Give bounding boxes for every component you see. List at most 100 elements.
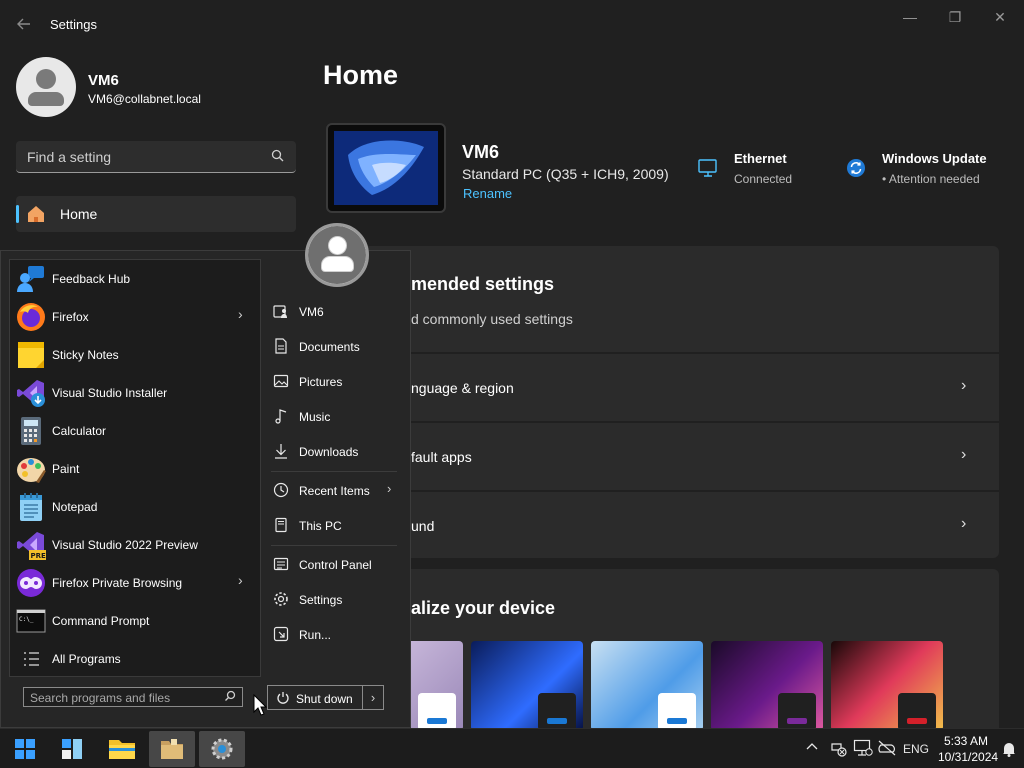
program-item-paint[interactable]: Paint — [10, 450, 260, 488]
places-label: Run... — [299, 628, 332, 642]
theme-thumbnail-2[interactable] — [471, 641, 583, 731]
cmd-prompt-text: C:\_ — [19, 616, 34, 623]
pre-badge-text: PRE — [31, 552, 47, 560]
places-item-this-pc[interactable]: This PC — [267, 510, 399, 540]
user-picture-body — [322, 257, 353, 271]
user-picture-head — [329, 237, 346, 254]
theme-taskbar-preview — [898, 693, 936, 731]
places-item-settings[interactable]: Settings — [267, 584, 399, 614]
theme-thumbnail-3[interactable] — [591, 641, 703, 731]
search-programs-input[interactable]: Search programs and files — [23, 687, 243, 707]
volume-muted-icon[interactable] — [877, 740, 897, 768]
start-menu: Feedback Hub Firefox › Sticky Notes Visu… — [0, 223, 411, 728]
maximize-button[interactable]: ❐ — [933, 6, 977, 28]
file-manager-taskbar-icon[interactable] — [149, 731, 195, 767]
feedback-hub-icon — [16, 264, 46, 294]
profile-name: VM6 — [88, 72, 119, 89]
program-label: Firefox — [52, 310, 89, 324]
program-item-feedback-hub[interactable]: Feedback Hub — [10, 260, 260, 298]
page-title: Home — [323, 60, 399, 90]
program-item-vs-installer[interactable]: Visual Studio Installer — [10, 374, 260, 412]
program-item-firefox[interactable]: Firefox › — [10, 298, 260, 336]
row-label: nguage & region — [411, 380, 514, 396]
search-programs-placeholder: Search programs and files — [30, 691, 171, 705]
program-label: Sticky Notes — [52, 348, 119, 362]
places-item-documents[interactable]: Documents — [267, 331, 399, 361]
places-item-user-folder[interactable]: VM6 — [267, 296, 399, 326]
user-picture[interactable] — [305, 223, 369, 287]
places-item-control-panel[interactable]: Control Panel — [267, 549, 399, 579]
shut-down-button[interactable]: Shut down — [267, 685, 363, 710]
places-item-run[interactable]: Run... — [267, 619, 399, 649]
chevron-right-icon: › — [238, 306, 243, 322]
clock-time[interactable]: 5:33 AM — [944, 734, 988, 748]
ethernet-title[interactable]: Ethernet — [734, 151, 787, 166]
file-explorer-icon[interactable] — [99, 731, 145, 767]
avatar[interactable] — [16, 57, 76, 117]
recommended-subtitle: d commonly used settings — [411, 311, 573, 327]
windows-update-icon — [846, 158, 866, 178]
places-label: Music — [299, 410, 331, 424]
notepad-icon — [16, 492, 46, 522]
places-separator — [271, 545, 397, 546]
show-hidden-icons-chevron-up-icon[interactable] — [805, 740, 819, 768]
places-item-recent-items[interactable]: Recent Items › — [267, 475, 399, 505]
ethernet-icon — [697, 158, 719, 178]
program-item-command-prompt[interactable]: C:\_ Command Prompt — [10, 602, 260, 640]
program-label: Notepad — [52, 500, 98, 514]
search-input[interactable]: Find a setting — [16, 141, 296, 173]
recommended-row-language[interactable]: nguage & region › — [323, 352, 999, 418]
theme-thumbnail-5[interactable] — [831, 641, 943, 731]
device-wallpaper-thumbnail — [326, 123, 446, 213]
network-icon[interactable] — [853, 739, 873, 768]
program-item-all-programs[interactable]: All Programs — [10, 640, 260, 678]
close-button[interactable]: ✕ — [978, 6, 1022, 28]
rename-link[interactable]: Rename — [463, 186, 512, 201]
this-pc-icon — [273, 517, 289, 533]
places-label: VM6 — [299, 305, 324, 319]
program-label: Calculator — [52, 424, 107, 438]
widgets-button[interactable] — [49, 731, 95, 767]
avatar-body — [28, 92, 64, 106]
recommended-row-default-apps[interactable]: fault apps › — [323, 421, 999, 487]
language-indicator[interactable]: ENG — [903, 742, 929, 768]
clock-date[interactable]: 10/31/2024 — [938, 750, 998, 764]
places-item-downloads[interactable]: Downloads — [267, 436, 399, 466]
taskbar: ENG 5:33 AM 10/31/2024 — [0, 728, 1024, 768]
program-item-vs-preview[interactable]: PRE Visual Studio 2022 Preview — [10, 526, 260, 564]
firefox-icon — [16, 302, 46, 332]
theme-taskbar-preview — [778, 693, 816, 731]
chevron-right-icon: › — [961, 377, 967, 394]
theme-thumbnail-4[interactable] — [711, 641, 823, 731]
recent-items-icon — [273, 482, 289, 498]
program-item-notepad[interactable]: Notepad — [10, 488, 260, 526]
notification-bell-icon[interactable] — [1002, 741, 1016, 768]
places-item-pictures[interactable]: Pictures — [267, 366, 399, 396]
sidebar-item-home[interactable]: Home — [16, 196, 296, 232]
search-icon — [271, 149, 284, 165]
settings-taskbar-icon[interactable] — [199, 731, 245, 767]
places-item-music[interactable]: Music — [267, 401, 399, 431]
row-label: und — [411, 518, 435, 534]
paint-icon — [16, 454, 46, 484]
program-item-firefox-private[interactable]: Firefox Private Browsing › — [10, 564, 260, 602]
tray-app-icon[interactable] — [830, 740, 848, 768]
windows-update-title[interactable]: Windows Update — [882, 151, 987, 166]
vs-preview-icon: PRE — [16, 530, 46, 560]
command-prompt-icon: C:\_ — [16, 606, 46, 636]
places-label: Downloads — [299, 445, 359, 459]
recommended-row-sound[interactable]: und › — [323, 490, 999, 556]
program-item-calculator[interactable]: Calculator — [10, 412, 260, 450]
chevron-right-icon: › — [961, 515, 967, 532]
shut-down-options-button[interactable]: › — [362, 685, 384, 710]
minimize-button[interactable]: — — [888, 6, 932, 28]
power-icon — [276, 691, 290, 705]
program-item-sticky-notes[interactable]: Sticky Notes — [10, 336, 260, 374]
places-label: Control Panel — [299, 558, 372, 572]
start-button[interactable] — [2, 731, 48, 767]
avatar-head — [36, 69, 56, 89]
programs-list: Feedback Hub Firefox › Sticky Notes Visu… — [9, 259, 261, 677]
title-bar: Settings — ❐ ✕ — [0, 0, 1024, 48]
all-programs-icon — [16, 644, 46, 674]
back-arrow-icon[interactable] — [14, 14, 34, 34]
